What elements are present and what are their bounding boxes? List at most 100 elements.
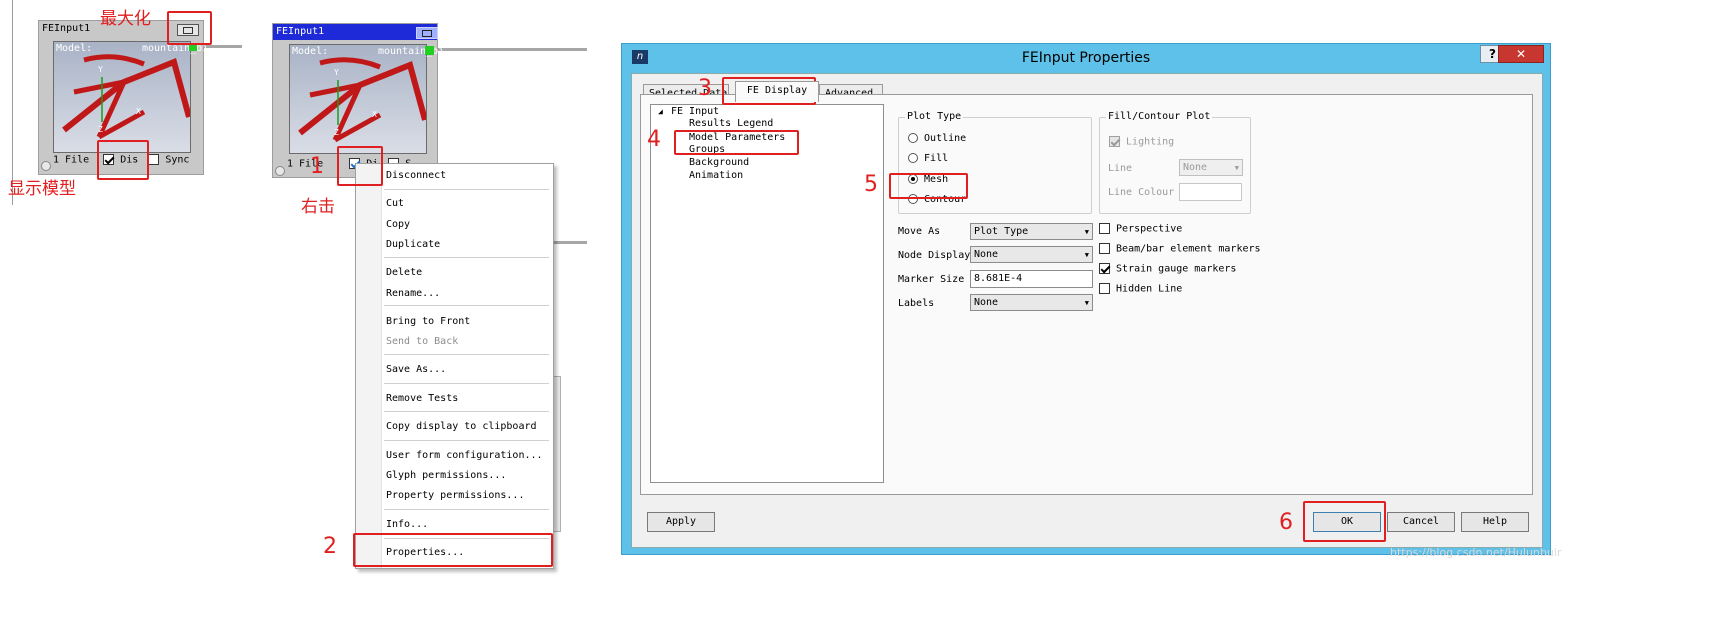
line-colour-label: Line Colour bbox=[1108, 187, 1175, 198]
chevron-down-icon: ▼ bbox=[1234, 164, 1239, 172]
glyph-titlebar[interactable]: FEInput1 bbox=[273, 24, 437, 40]
tree-expand-icon[interactable]: ◢ bbox=[658, 107, 663, 116]
menu-item-cut[interactable]: Cut bbox=[386, 198, 404, 209]
lighting-option[interactable]: Lighting bbox=[1109, 136, 1174, 148]
beam-bar-checkbox[interactable] bbox=[1099, 243, 1110, 254]
bike-frame-icon: Y Z X bbox=[62, 54, 190, 140]
perspective-label: Perspective bbox=[1116, 223, 1183, 235]
fill-contour-group: Fill/Contour Plot Lighting Line None ▼ Li… bbox=[1099, 111, 1251, 214]
menu-item-info[interactable]: Info... bbox=[386, 519, 428, 530]
beam-bar-option[interactable]: Beam/bar element markers bbox=[1099, 243, 1261, 255]
outline-label: Outline bbox=[924, 133, 967, 144]
glyph-title: FEInput1 bbox=[42, 23, 91, 34]
help-button[interactable]: Help bbox=[1461, 512, 1529, 532]
menu-separator bbox=[384, 383, 549, 384]
outline-radio[interactable] bbox=[908, 133, 918, 143]
strain-gauge-checkbox[interactable] bbox=[1099, 263, 1110, 274]
annotation-box-display-checkbox bbox=[97, 140, 149, 180]
labels-dropdown[interactable]: None ▼ bbox=[970, 294, 1093, 311]
close-button[interactable]: ✕ bbox=[1498, 45, 1544, 63]
menu-item-duplicate[interactable]: Duplicate bbox=[386, 239, 440, 250]
perspective-option[interactable]: Perspective bbox=[1099, 223, 1182, 235]
bike-frame-icon: Y Z X bbox=[298, 57, 426, 143]
glyph-model-view[interactable]: Model: mountain_bi Y Z X bbox=[289, 44, 444, 154]
fill-radio[interactable] bbox=[908, 153, 918, 163]
annotation-step-6: 6 bbox=[1279, 510, 1293, 535]
chevron-down-icon: ▼ bbox=[1084, 251, 1089, 259]
plot-type-group: Plot Type Outline Fill Mesh Contour bbox=[898, 111, 1092, 214]
plot-type-fill-option[interactable]: Fill bbox=[908, 153, 948, 164]
sync-checkbox[interactable] bbox=[148, 154, 160, 165]
menu-separator bbox=[384, 189, 549, 190]
menu-item-copy-display[interactable]: Copy display to clipboard bbox=[386, 421, 537, 432]
maximize-button[interactable] bbox=[416, 27, 438, 39]
glyph-model-view[interactable]: Model: mountain_bi Y Z X bbox=[53, 41, 208, 153]
tree-node-background[interactable]: Background bbox=[689, 157, 749, 168]
lighting-checkbox[interactable] bbox=[1109, 136, 1120, 147]
menu-separator bbox=[384, 509, 549, 510]
status-indicator-icon bbox=[425, 46, 434, 55]
plot-type-title: Plot Type bbox=[905, 111, 964, 122]
svg-text:X: X bbox=[372, 110, 377, 119]
menu-item-send-to-back[interactable]: Send to Back bbox=[386, 336, 458, 347]
strain-gauge-option[interactable]: Strain gauge markers bbox=[1099, 263, 1236, 275]
marker-size-label: Marker Size bbox=[898, 274, 965, 285]
annotation-box-right-click bbox=[337, 146, 383, 186]
node-display-label: Node Display bbox=[898, 250, 971, 261]
line-dropdown-value: None bbox=[1183, 162, 1208, 173]
tree-node-animation[interactable]: Animation bbox=[689, 170, 743, 181]
menu-item-user-form[interactable]: User form configuration... bbox=[386, 450, 543, 461]
menu-separator bbox=[384, 257, 549, 258]
menu-separator bbox=[384, 411, 549, 412]
move-as-dropdown[interactable]: Plot Type ▼ bbox=[970, 223, 1093, 240]
annotation-box-model-parameters bbox=[674, 130, 799, 155]
annotation-step-4: 4 bbox=[647, 127, 661, 152]
line-colour-field[interactable] bbox=[1179, 183, 1242, 201]
file-count: 1 File bbox=[53, 154, 90, 166]
menu-item-glyph-permissions[interactable]: Glyph permissions... bbox=[386, 470, 506, 481]
menu-item-copy[interactable]: Copy bbox=[386, 219, 410, 230]
input-port-icon[interactable] bbox=[41, 161, 51, 171]
apply-button[interactable]: Apply bbox=[647, 512, 715, 532]
input-port-icon[interactable] bbox=[275, 166, 285, 176]
menu-item-disconnect[interactable]: Disconnect bbox=[386, 170, 446, 181]
labels-value: None bbox=[974, 297, 999, 308]
menu-gutter bbox=[356, 164, 382, 568]
line-dropdown[interactable]: None ▼ bbox=[1179, 159, 1243, 176]
settings-tree: ◢ FE Input Results Legend Model Paramete… bbox=[650, 104, 884, 483]
connector-line bbox=[550, 241, 587, 244]
watermark: https://blog.csdn.net/Hulunbuir bbox=[1390, 546, 1562, 559]
plot-type-outline-option[interactable]: Outline bbox=[908, 133, 966, 144]
menu-item-delete[interactable]: Delete bbox=[386, 267, 422, 278]
perspective-checkbox[interactable] bbox=[1099, 223, 1110, 234]
menu-item-rename[interactable]: Rename... bbox=[386, 288, 440, 299]
menu-item-remove-tests[interactable]: Remove Tests bbox=[386, 393, 458, 404]
properties-dialog: n FEInput Properties ? ✕ Selected Data F… bbox=[621, 43, 1551, 555]
marker-size-input[interactable]: 8.681E-4 bbox=[970, 270, 1093, 288]
svg-text:Y: Y bbox=[98, 65, 103, 74]
node-display-dropdown[interactable]: None ▼ bbox=[970, 246, 1093, 263]
dialog-title: FEInput Properties bbox=[1021, 50, 1151, 66]
annotation-step-2: 2 bbox=[323, 534, 337, 559]
tab-fe-display[interactable]: FE Display bbox=[735, 81, 819, 102]
hidden-line-option[interactable]: Hidden Line bbox=[1099, 283, 1182, 295]
annotation-box-ok bbox=[1303, 501, 1386, 542]
annotation-show-model: 显示模型 bbox=[8, 179, 76, 199]
cancel-button[interactable]: Cancel bbox=[1387, 512, 1455, 532]
menu-item-bring-to-front[interactable]: Bring to Front bbox=[386, 316, 470, 327]
lighting-label: Lighting bbox=[1126, 136, 1175, 148]
hidden-line-checkbox[interactable] bbox=[1099, 283, 1110, 294]
annotation-box-maximize bbox=[167, 11, 212, 45]
tree-node-results-legend[interactable]: Results Legend bbox=[689, 118, 773, 129]
menu-item-property-permissions[interactable]: Property permissions... bbox=[386, 490, 524, 501]
menu-item-save-as[interactable]: Save As... bbox=[386, 364, 446, 375]
sync-label: Sync bbox=[165, 154, 190, 166]
node-display-value: None bbox=[974, 249, 999, 260]
tree-node-fe-input[interactable]: FE Input bbox=[671, 106, 719, 117]
annotation-right-click: 右击 bbox=[301, 197, 335, 217]
annotation-box-mesh bbox=[889, 173, 968, 199]
beam-bar-label: Beam/bar element markers bbox=[1116, 243, 1261, 255]
move-as-value: Plot Type bbox=[974, 226, 1029, 237]
fill-label: Fill bbox=[924, 153, 949, 164]
strain-gauge-label: Strain gauge markers bbox=[1116, 263, 1237, 275]
